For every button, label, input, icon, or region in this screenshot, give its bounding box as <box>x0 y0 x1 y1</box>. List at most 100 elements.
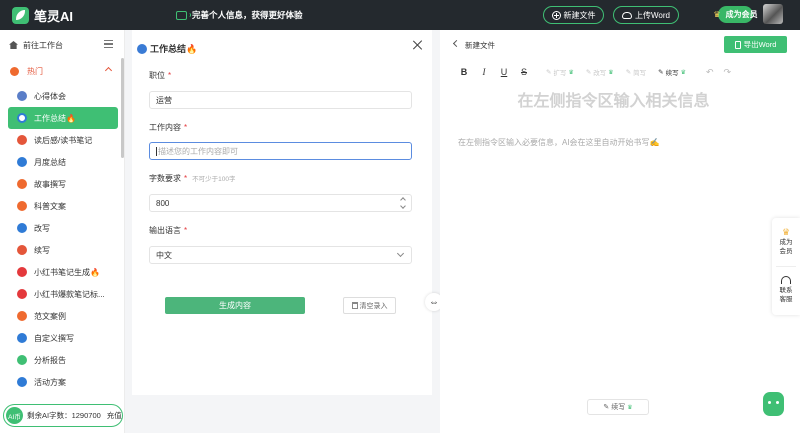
close-icon[interactable] <box>413 40 423 50</box>
panel-title-text: 工作总结🔥 <box>150 44 198 54</box>
underline-button[interactable]: U <box>494 67 514 77</box>
sidebar-item[interactable]: 心得体会 <box>8 85 118 107</box>
xiaohongshu-icon <box>17 267 27 277</box>
credit-bar: AI币 剩余AI字数：1290700 充值 <box>3 404 123 427</box>
right-rail: ♛ 成为会员 联系客服 <box>772 218 800 315</box>
sidebar-list: 心得体会工作总结🔥 读后感/读书笔记 月度总结故事撰写科普文案改写续写小红书笔记生成… <box>8 85 118 393</box>
logo-icon <box>12 6 29 24</box>
headset-icon <box>781 276 791 284</box>
export-word-button[interactable]: 导出Word <box>724 36 787 53</box>
story-icon <box>17 179 27 189</box>
stepper-arrows-icon[interactable] <box>399 196 408 210</box>
sidebar-item-label: 读后感/读书笔记 <box>34 135 93 145</box>
sidebar-item[interactable]: 活动方案 <box>8 371 118 393</box>
sidebar-scrollbar[interactable] <box>121 58 124 158</box>
science-icon <box>17 201 27 211</box>
expand-button[interactable]: ✎ 扩写 ♛ <box>546 67 574 77</box>
sidebar-item[interactable]: 科普文案 <box>8 195 118 217</box>
fire-icon <box>10 66 19 76</box>
sidebar-item[interactable]: 月度总结 <box>8 151 118 173</box>
sidebar-item-label: 科普文案 <box>34 201 66 211</box>
strikethrough-button[interactable]: S <box>514 67 534 77</box>
continue-tool-button[interactable]: ✎ 续写 ♛ <box>658 67 686 77</box>
sidebar-item-label: 工作总结🔥 <box>34 113 76 123</box>
logo[interactable]: 笔灵AI <box>12 6 73 24</box>
redo-icon[interactable]: ↷ <box>724 67 732 78</box>
profile-promo[interactable]: 完善个人信息，获得更好体验 <box>176 9 303 21</box>
vip-tag-icon: ♛ <box>608 69 614 76</box>
position-value: 运营 <box>156 95 172 105</box>
editor-area: 新建文件 导出Word B I U S ✎ 扩写 ♛ ✎ 改写 ♛ ✎ 简写 ✎ 续写 ♛ ↶… <box>440 30 800 433</box>
rail-service-button[interactable]: 联系客服 <box>772 276 800 304</box>
ai-assistant-icon[interactable] <box>763 392 784 416</box>
upload-word-button[interactable]: 上传Word <box>613 6 679 24</box>
required-mark: * <box>184 174 188 183</box>
clear-label: 清空录入 <box>359 302 388 310</box>
sidebar-item-label: 心得体会 <box>34 91 66 101</box>
sidebar-item[interactable]: 范文案例 <box>8 305 118 327</box>
sidebar-item[interactable]: 小红书爆款笔记标... <box>8 283 118 305</box>
xiaohongshu-icon <box>17 289 27 299</box>
document-icon <box>734 40 741 49</box>
sidebar-item[interactable]: 故事撰写 <box>8 173 118 195</box>
language-select[interactable]: 中文 <box>149 246 412 264</box>
continue-writing-button[interactable]: ✎ 续写 ♛ <box>587 399 649 415</box>
hot-section-toggle[interactable]: 热门 <box>0 63 125 79</box>
report-icon <box>17 355 27 365</box>
continue-tool-label: 续写 <box>665 70 679 77</box>
words-label-text: 字数要求 <box>149 174 181 183</box>
sidebar-item[interactable]: 小红书笔记生成🔥 <box>8 261 118 283</box>
vip-button[interactable]: ♛ 成为会员 <box>713 6 758 23</box>
sidebar-item[interactable]: 改写 <box>8 217 118 239</box>
generate-button[interactable]: 生成内容 <box>165 297 305 314</box>
word-count-stepper[interactable]: 800 <box>149 194 412 212</box>
workbench-link[interactable]: 前往工作台 <box>0 36 125 54</box>
briefcase-icon <box>137 43 147 54</box>
rewrite-icon: ✎ <box>585 69 592 76</box>
back-chevron-icon[interactable] <box>452 39 461 48</box>
content-label: 工作内容 * <box>149 122 187 133</box>
heart-note-icon <box>17 91 27 101</box>
move-arrows-icon: ⇔ <box>429 296 439 308</box>
sidebar-item[interactable]: 读后感/读书笔记 <box>8 129 118 151</box>
sidebar-item[interactable]: 自定义撰写 <box>8 327 118 349</box>
new-file-label: 新建文件 <box>563 10 596 20</box>
menu-icon[interactable] <box>104 40 113 48</box>
work-content-input[interactable]: 描述您的工作内容即可 <box>149 142 412 160</box>
editor-title-placeholder[interactable]: 在左侧指令区输入相关信息 <box>440 87 787 111</box>
recharge-link[interactable]: 充值 <box>107 410 122 421</box>
crown-icon: ♛ <box>713 10 721 19</box>
sidebar-item-label: 小红书笔记生成🔥 <box>34 267 100 277</box>
sidebar-item-label: 活动方案 <box>34 377 66 387</box>
sidebar-item-label: 分析报告 <box>34 355 66 365</box>
event-plan-icon <box>17 377 27 387</box>
rewrite-button[interactable]: ✎ 改写 ♛ <box>586 67 614 77</box>
upload-word-label: 上传Word <box>635 10 670 20</box>
shorten-button[interactable]: ✎ 简写 <box>626 67 646 77</box>
sidebar-item-label: 续写 <box>34 245 50 255</box>
sidebar-item[interactable]: 工作总结🔥 <box>8 107 118 129</box>
bold-button[interactable]: B <box>454 67 474 77</box>
instruction-panel: 工作总结🔥 职位 * 运营 工作内容 * 描述您的工作内容即可 字数要求 * 不可少于1… <box>132 30 432 395</box>
user-avatar[interactable] <box>763 4 783 24</box>
sidebar-item-label: 改写 <box>34 223 50 233</box>
undo-icon[interactable]: ↶ <box>706 67 714 78</box>
file-name[interactable]: 新建文件 <box>465 40 495 51</box>
sidebar-item-label: 故事撰写 <box>34 179 66 189</box>
new-file-button[interactable]: 新建文件 <box>543 6 604 24</box>
sidebar-item[interactable]: 分析报告 <box>8 349 118 371</box>
position-label: 职位 * <box>149 70 171 81</box>
sidebar-item-label: 月度总结 <box>34 157 66 167</box>
rail-vip-button[interactable]: ♛ 成为会员 <box>772 228 800 256</box>
editor-hint[interactable]: 在左侧指令区输入必要信息，AI会在这里自动开始书写✍️ <box>458 137 660 148</box>
clear-button[interactable]: 清空录入 <box>343 297 396 314</box>
word-count-value: 800 <box>156 198 170 208</box>
sidebar-item[interactable]: 续写 <box>8 239 118 261</box>
vip-tag-icon: ♛ <box>680 69 686 76</box>
calendar-icon <box>17 157 27 167</box>
position-input[interactable]: 运营 <box>149 91 412 109</box>
required-mark: * <box>168 71 172 80</box>
position-label-text: 职位 <box>149 71 165 80</box>
words-label: 字数要求 * 不可少于100字 <box>149 173 235 184</box>
italic-button[interactable]: I <box>474 67 494 77</box>
